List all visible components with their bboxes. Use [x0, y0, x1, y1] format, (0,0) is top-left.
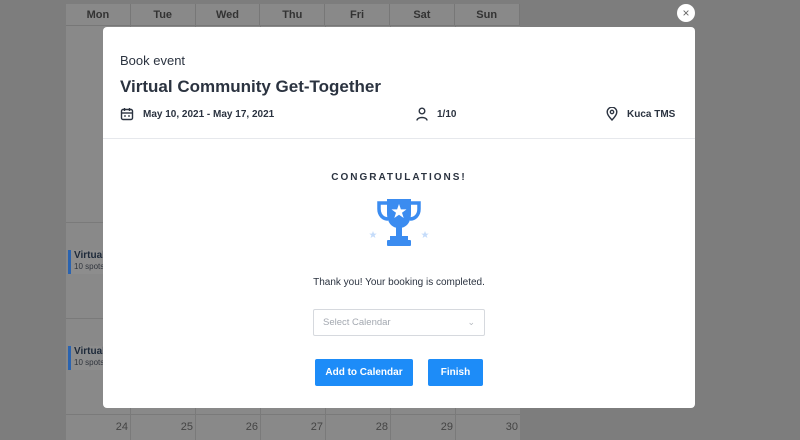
- date-range-text: May 10, 2021 - May 17, 2021: [143, 108, 275, 120]
- weekday-thu: Thu: [260, 4, 326, 26]
- calendar-select-placeholder: Select Calendar: [323, 317, 391, 328]
- calendar-date: 25: [180, 421, 193, 433]
- weekday-tue: Tue: [130, 4, 196, 26]
- calendar-date: 29: [440, 421, 453, 433]
- modal-subtitle: Book event: [120, 53, 186, 68]
- weekday-sun: Sun: [454, 4, 520, 26]
- location-text: Kuca TMS: [627, 108, 676, 120]
- weekday-sat: Sat: [389, 4, 455, 26]
- finish-button[interactable]: Finish: [428, 359, 483, 386]
- booking-confirmation-text: Thank you! Your booking is completed.: [313, 277, 485, 288]
- event-spots-count: 1/10: [416, 107, 456, 121]
- grid-line: [66, 414, 520, 415]
- event-date-range: May 10, 2021 - May 17, 2021: [120, 107, 274, 121]
- calendar-icon: [120, 108, 134, 121]
- calendar-date: 24: [115, 421, 128, 433]
- calendar-date: 27: [310, 421, 323, 433]
- spots-text: 1/10: [437, 108, 457, 120]
- weekday-fri: Fri: [325, 4, 390, 26]
- weekday-mon: Mon: [66, 4, 131, 26]
- calendar-weekday-header: Mon Tue Wed Thu Fri Sat Sun: [66, 4, 520, 26]
- trophy-icon: [369, 199, 429, 246]
- calendar-date: 28: [375, 421, 388, 433]
- weekday-wed: Wed: [195, 4, 261, 26]
- calendar-date: 30: [505, 421, 518, 433]
- person-icon: [416, 107, 428, 121]
- booking-modal: Book event Virtual Community Get-Togethe…: [103, 27, 695, 408]
- modal-header: Book event Virtual Community Get-Togethe…: [103, 27, 695, 139]
- calendar-date: 26: [245, 421, 258, 433]
- add-to-calendar-button[interactable]: Add to Calendar: [315, 359, 413, 386]
- location-pin-icon: [606, 107, 618, 121]
- event-location: Kuca TMS: [606, 107, 675, 121]
- chevron-down-icon: ⌄: [467, 317, 475, 327]
- event-title-heading: Virtual Community Get-Together: [120, 77, 382, 96]
- congratulations-heading: CONGRATULATIONS!: [331, 172, 467, 183]
- calendar-select[interactable]: Select Calendar ⌄: [313, 309, 485, 336]
- close-icon[interactable]: ×: [677, 4, 695, 22]
